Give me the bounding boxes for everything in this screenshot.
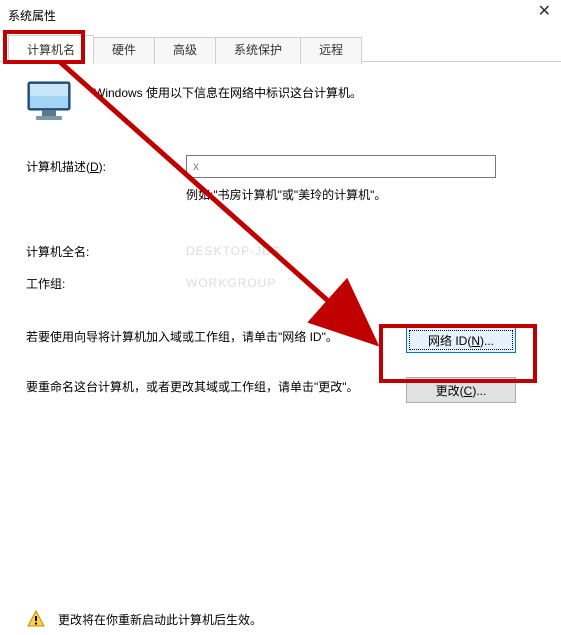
fullname-label: 计算机全名: (26, 243, 186, 260)
change-button[interactable]: 更改(C)... (406, 377, 516, 403)
footer: 更改将在你重新启动此计算机后生效。 (26, 609, 535, 629)
workgroup-label: 工作组: (26, 275, 186, 292)
fullname-value: DESKTOP-JDS (186, 244, 281, 258)
description-hint: 例如:"书房计算机"或"美玲的计算机"。 (186, 186, 535, 203)
tab-advanced[interactable]: 高级 (154, 37, 216, 64)
footer-text: 更改将在你重新启动此计算机后生效。 (58, 611, 262, 628)
warning-icon (26, 609, 46, 629)
tab-computer-name[interactable]: 计算机名 (8, 35, 94, 62)
titlebar: 系统属性 ✕ (0, 0, 561, 30)
intro-text: Windows 使用以下信息在网络中标识这台计算机。 (94, 80, 362, 101)
tab-system-protection[interactable]: 系统保护 (215, 37, 301, 64)
description-input[interactable] (186, 155, 496, 178)
tab-content: Windows 使用以下信息在网络中标识这台计算机。 计算机描述(D): 例如:… (0, 62, 561, 403)
close-icon[interactable]: ✕ (538, 4, 551, 20)
tab-hardware[interactable]: 硬件 (93, 37, 155, 64)
computer-icon (26, 80, 76, 122)
description-label: 计算机描述(D): (26, 158, 186, 175)
tab-remote[interactable]: 远程 (300, 37, 362, 64)
network-id-button[interactable]: 网络 ID(N)... (406, 327, 516, 353)
network-id-text: 若要使用向导将计算机加入域或工作组，请单击"网络 ID"。 (26, 327, 406, 347)
change-text: 要重命名这台计算机，或者更改其域或工作组，请单击"更改"。 (26, 377, 406, 397)
tab-bar: 计算机名 硬件 高级 系统保护 远程 (0, 34, 561, 62)
window-title: 系统属性 (8, 7, 56, 24)
workgroup-value: WORKGROUP (186, 276, 276, 290)
